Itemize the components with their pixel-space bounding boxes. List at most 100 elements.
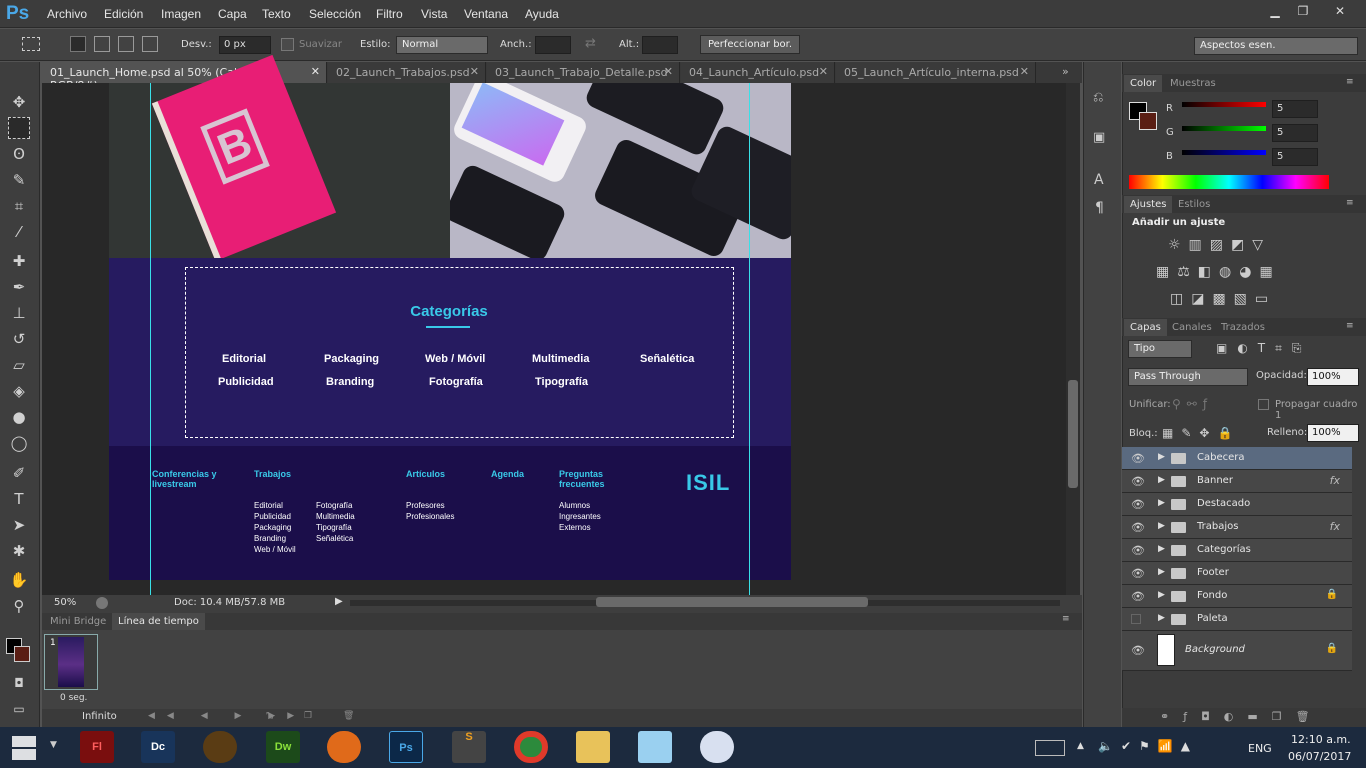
layer-footer[interactable]: 👁 ▶ Footer [1122,562,1352,585]
layer-trabajos[interactable]: 👁 ▶ Trabajos fx [1122,516,1352,539]
screen-mode-icon[interactable]: ▭ [8,698,30,720]
keyboard-icon[interactable] [1035,740,1065,756]
horizontal-scroll-thumb[interactable] [596,597,868,607]
tray-icons[interactable]: 🔈✔⚑📶▲ [1098,739,1198,753]
tab-timeline[interactable]: Línea de tiempo [112,613,205,630]
guide-left[interactable] [150,83,151,595]
tab-estilos[interactable]: Estilos [1172,196,1216,213]
visibility-eye-icon[interactable]: 👁 [1131,544,1145,557]
clock-time[interactable]: 12:10 a.m. [1291,733,1351,746]
vertical-scroll-thumb[interactable] [1068,380,1078,488]
r-input[interactable]: 5 [1272,100,1318,118]
refine-edge-button[interactable]: Perfeccionar bor. [700,35,800,54]
expand-arrow-icon[interactable]: ▶ [1158,567,1165,577]
paint-app-icon[interactable] [700,731,734,763]
tab-mini-bridge[interactable]: Mini Bridge [44,613,112,630]
frame-delay[interactable]: 0 seg. [60,693,87,703]
taskbar-arrow-icon[interactable]: ▼ [50,740,57,750]
color-spectrum-bar[interactable] [1129,175,1329,189]
g-slider[interactable] [1182,126,1266,131]
eraser-tool-icon[interactable]: ▱ [8,354,30,376]
layer-filter-select[interactable]: Tipo [1128,340,1192,358]
healing-tool-icon[interactable]: ✚ [8,250,30,272]
tab-02-launch-trabajos[interactable]: 02_Launch_Trabajos.psd ✕ [328,62,486,83]
tab-capas[interactable]: Capas [1124,319,1167,336]
bg-color-swatch[interactable] [1139,112,1157,130]
firefox-app-icon[interactable] [327,731,361,763]
menu-ventana[interactable]: Ventana [464,7,508,21]
menu-imagen[interactable]: Imagen [161,7,201,21]
expand-arrow-icon[interactable]: ▶ [1158,452,1165,462]
dodge-tool-icon[interactable]: ◯ [8,432,30,454]
b-slider[interactable] [1182,150,1266,155]
layer-paleta[interactable]: ▶ Paleta [1122,608,1352,631]
expand-arrow-icon[interactable]: ▶ [1158,521,1165,531]
tab-01-launch-home[interactable]: 01_Launch_Home.psd al 50% (Cabecera, RGB… [42,62,327,92]
footer-link[interactable]: Editorial [254,500,296,511]
tab-muestras[interactable]: Muestras [1164,75,1222,92]
g-input[interactable]: 5 [1272,124,1318,142]
close-tab-icon[interactable]: ✕ [1020,65,1029,78]
flash-app-icon[interactable]: Fl [80,731,114,763]
status-menu-arrow-icon[interactable]: ▶ [335,596,343,607]
path-select-tool-icon[interactable]: ➤ [8,514,30,536]
pen-tool-icon[interactable]: ✐ [8,462,30,484]
footer-link[interactable]: Alumnos [559,500,601,511]
footer-link[interactable]: Packaging [254,522,296,533]
language-indicator[interactable]: ENG [1248,742,1272,755]
tray-up-icon[interactable]: ▲ [1077,741,1084,751]
blend-mode-select[interactable]: Pass Through [1128,368,1248,386]
expand-arrow-icon[interactable]: ▶ [1158,498,1165,508]
footer-link[interactable]: Señalética [316,533,355,544]
menu-edicion[interactable]: Edición [104,7,143,21]
visibility-eye-icon[interactable]: 👁 [1131,644,1145,657]
quick-select-tool-icon[interactable]: ✎ [8,169,30,191]
blur-tool-icon[interactable]: ● [8,406,30,428]
menu-filtro[interactable]: Filtro [376,7,403,21]
footer-link[interactable]: Fotografía [316,500,355,511]
footer-link[interactable]: Publicidad [254,511,296,522]
layers-panel-menu-icon[interactable]: ≡ [1346,321,1354,331]
tab-color[interactable]: Color [1124,75,1163,92]
visibility-eye-icon[interactable]: 👁 [1131,452,1145,465]
menu-capa[interactable]: Capa [218,7,247,21]
visibility-eye-icon[interactable]: 👁 [1131,567,1145,580]
zoom-tool-icon[interactable]: ⚲ [8,595,30,617]
dreamweaver-app-icon[interactable]: Dw [266,731,300,763]
expand-arrow-icon[interactable]: ▶ [1158,613,1165,623]
character-icon[interactable]: A [1094,172,1104,188]
warcraft-app-icon[interactable] [203,731,237,763]
suavizar-checkbox[interactable] [281,38,294,51]
minimize-icon[interactable]: ▁ [1262,2,1288,20]
tab-04-launch-articulo[interactable]: 04_Launch_Artículo.psd ✕ [681,62,835,83]
adjustment-icons-row3[interactable]: ◫◪▩▧▭ [1170,291,1276,307]
adjust-panel-menu-icon[interactable]: ≡ [1346,198,1354,208]
expand-arrow-icon[interactable]: ▶ [1158,475,1165,485]
tab-03-launch-trabajo-detalle[interactable]: 03_Launch_Trabajo_Detalle.psd ✕ [487,62,680,83]
chrome-app-icon[interactable] [514,731,548,763]
rect-marquee-tool-icon[interactable] [8,117,30,139]
desv-input[interactable]: 0 px [219,36,271,54]
color-panel-menu-icon[interactable]: ≡ [1346,77,1354,87]
close-tab-icon[interactable]: ✕ [470,65,479,78]
visibility-eye-icon[interactable]: 👁 [1131,521,1145,534]
footer-link[interactable]: Profesionales [406,511,454,522]
shape-tool-icon[interactable]: ✱ [8,540,30,562]
vertical-scrollbar[interactable] [1066,83,1080,595]
move-tool-icon[interactable]: ✥ [8,91,30,113]
alt-input[interactable] [642,36,678,54]
hand-tool-icon[interactable]: ✋ [8,569,30,591]
menu-seleccion[interactable]: Selección [309,7,361,21]
loop-select[interactable]: Infinito [82,711,117,722]
estilo-select[interactable]: Normal [396,36,488,54]
brush-tool-icon[interactable]: ✒ [8,276,30,298]
visibility-eye-icon[interactable]: 👁 [1131,498,1145,511]
opacity-input[interactable]: 100% [1307,368,1359,386]
visibility-eye-icon[interactable]: 👁 [1131,475,1145,488]
tab-trazados[interactable]: Trazados [1215,319,1271,336]
r-slider[interactable] [1182,102,1266,107]
lock-icons[interactable]: ▦✎✥🔒 [1162,426,1240,440]
explorer-app-icon[interactable] [576,731,610,763]
layer-action-icons[interactable]: ⚭ƒ◘◐▬❐🗑 [1160,710,1324,723]
intersect-selection-icon[interactable] [142,36,158,52]
